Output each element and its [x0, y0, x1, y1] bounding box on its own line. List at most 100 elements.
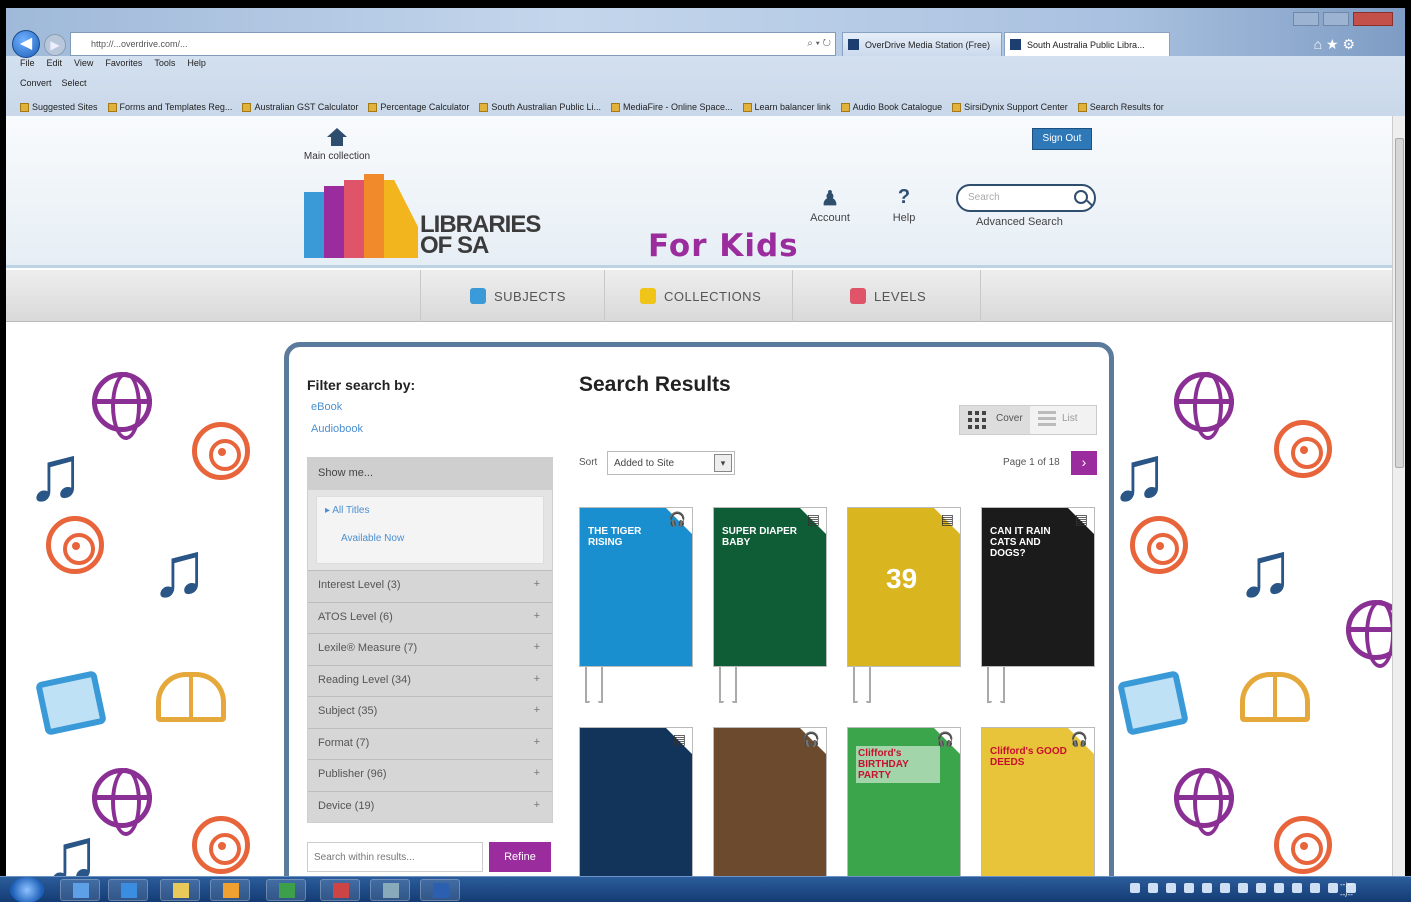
favorites-bar: Suggested Sites Forms and Templates Reg.…	[20, 98, 1400, 116]
search-icon[interactable]	[1074, 190, 1088, 204]
facet-reading-level[interactable]: Reading Level (34) +	[308, 664, 552, 696]
tray-icon[interactable]	[1310, 883, 1320, 893]
tab-overdrive[interactable]: OverDrive Media Station (Free)	[842, 32, 1002, 56]
bookmark-ribbon[interactable]	[585, 667, 603, 703]
menu-file[interactable]: File	[20, 58, 35, 68]
menu-edit[interactable]: Edit	[47, 58, 63, 68]
taskbar-app[interactable]	[108, 879, 148, 901]
expand-icon: +	[533, 767, 540, 779]
bookmark-ribbon[interactable]	[853, 667, 871, 703]
nav-levels[interactable]: LEVELS	[836, 270, 940, 322]
start-button[interactable]	[10, 877, 44, 902]
menu-tools[interactable]: Tools	[154, 58, 175, 68]
address-bar[interactable]: http://...overdrive.com/... ⌕ ▾ ↻	[70, 32, 836, 56]
refine-search-input[interactable]: Search within results...	[307, 842, 483, 872]
home-link[interactable]: Main collection	[302, 128, 372, 162]
tray-icon[interactable]	[1238, 883, 1248, 893]
sign-out-button[interactable]: Sign Out	[1032, 128, 1092, 150]
favorite-item[interactable]: Audio Book Catalogue	[840, 98, 943, 116]
sort-select[interactable]: Added to Site ▾	[607, 451, 735, 475]
facet-publisher[interactable]: Publisher (96) +	[308, 759, 552, 791]
facet-format[interactable]: Format (7) +	[308, 727, 552, 759]
favorite-item[interactable]: Australian GST Calculator	[242, 98, 358, 116]
tab-active[interactable]: South Australia Public Libra...	[1004, 32, 1170, 56]
address-controls[interactable]: ⌕ ▾ ↻	[807, 38, 831, 49]
favorite-item[interactable]: Percentage Calculator	[368, 98, 469, 116]
clock[interactable]: --:-- --/--	[1340, 880, 1353, 900]
tray-icon[interactable]	[1274, 883, 1284, 893]
book-cover[interactable]: 🎧	[713, 727, 827, 876]
logo-book-shape	[324, 186, 344, 258]
tray-icon[interactable]	[1256, 883, 1266, 893]
libraries-logo[interactable]: LIBRARIES OF SA	[304, 174, 544, 264]
list-view-button[interactable]: List	[1032, 406, 1096, 434]
bookmark-ribbon[interactable]	[987, 667, 1005, 703]
book-cover[interactable]: ▤ 39	[847, 507, 961, 667]
help-link[interactable]: ? Help	[884, 186, 924, 224]
favorite-item[interactable]: MediaFire - Online Space...	[610, 98, 733, 116]
book-cover[interactable]: 🎧 THE TIGER RISING	[579, 507, 693, 667]
favorite-label: Audio Book Catalogue	[852, 102, 943, 112]
search-input[interactable]: Search	[956, 184, 1096, 212]
filter-audiobook-link[interactable]: Audiobook	[311, 423, 363, 435]
taskbar-app[interactable]	[370, 879, 410, 901]
select-button[interactable]: Select	[62, 78, 87, 88]
music-note-icon: ♫	[1236, 525, 1295, 613]
taskbar-app[interactable]	[60, 879, 100, 901]
account-link[interactable]: ♟ Account	[802, 186, 858, 224]
available-now-option[interactable]: Available Now	[341, 533, 404, 544]
back-button[interactable]: ◀	[12, 30, 40, 58]
facet-device[interactable]: Device (19) +	[308, 790, 552, 822]
favorite-item[interactable]: Forms and Templates Reg...	[107, 98, 232, 116]
menu-help[interactable]: Help	[187, 58, 206, 68]
nav-collections[interactable]: COLLECTIONS	[626, 270, 775, 322]
book-title: Clifford's GOOD DEEDS	[990, 746, 1067, 768]
book-cover[interactable]: ▤	[579, 727, 693, 876]
collections-icon	[640, 288, 656, 304]
facet-lexile[interactable]: Lexile® Measure (7) +	[308, 633, 552, 665]
tray-icon[interactable]	[1148, 883, 1158, 893]
favorite-item[interactable]: South Australian Public Li...	[479, 98, 601, 116]
taskbar-app[interactable]	[266, 879, 306, 901]
tray-icon[interactable]	[1184, 883, 1194, 893]
close-button[interactable]	[1353, 12, 1393, 26]
next-page-button[interactable]: ›	[1071, 451, 1097, 475]
nav-subjects[interactable]: SUBJECTS	[456, 270, 580, 322]
tray-icon[interactable]	[1202, 883, 1212, 893]
minimize-button[interactable]	[1293, 12, 1319, 26]
taskbar-app[interactable]	[420, 879, 460, 901]
taskbar-app[interactable]	[320, 879, 360, 901]
menu-favorites[interactable]: Favorites	[105, 58, 142, 68]
bookmark-ribbon[interactable]	[719, 667, 737, 703]
tray-icon[interactable]	[1292, 883, 1302, 893]
taskbar-app[interactable]	[210, 879, 250, 901]
favorite-item[interactable]: Suggested Sites	[20, 98, 98, 116]
book-cover[interactable]: 🎧 Clifford's GOOD DEEDS	[981, 727, 1095, 876]
maximize-button[interactable]	[1323, 12, 1349, 26]
favorite-item[interactable]: Learn balancer link	[742, 98, 831, 116]
convert-button[interactable]: Convert	[20, 78, 52, 88]
page-scrollbar[interactable]	[1392, 116, 1405, 876]
favorite-item[interactable]: Search Results for	[1077, 98, 1164, 116]
menu-view[interactable]: View	[74, 58, 93, 68]
facet-interest-level[interactable]: Interest Level (3) +	[308, 570, 552, 602]
taskbar-app[interactable]	[160, 879, 200, 901]
book-cover[interactable]: ▤ SUPER DIAPER BABY	[713, 507, 827, 667]
forward-button[interactable]: ▶	[44, 34, 66, 56]
tray-icon[interactable]	[1220, 883, 1230, 893]
refine-button[interactable]: Refine	[489, 842, 551, 872]
browser-home-icon[interactable]: ⌂ ★ ⚙	[1314, 36, 1355, 53]
tray-icon[interactable]	[1166, 883, 1176, 893]
cover-view-button[interactable]: Cover	[960, 406, 1030, 434]
filter-ebook-link[interactable]: eBook	[311, 401, 342, 413]
book-cover[interactable]: 🎧 Clifford's BIRTHDAY PARTY	[847, 727, 961, 876]
book-cover[interactable]: ▤ CAN IT RAIN CATS AND DOGS?	[981, 507, 1095, 667]
advanced-search-link[interactable]: Advanced Search	[976, 216, 1063, 228]
facet-subject[interactable]: Subject (35) +	[308, 696, 552, 728]
favorite-item[interactable]: SirsiDynix Support Center	[952, 98, 1068, 116]
tray-icon[interactable]	[1328, 883, 1338, 893]
scrollbar-thumb[interactable]	[1395, 138, 1404, 468]
all-titles-option[interactable]: ▸ All Titles	[325, 505, 369, 516]
facet-atos-level[interactable]: ATOS Level (6) +	[308, 601, 552, 633]
tray-icon[interactable]	[1130, 883, 1140, 893]
